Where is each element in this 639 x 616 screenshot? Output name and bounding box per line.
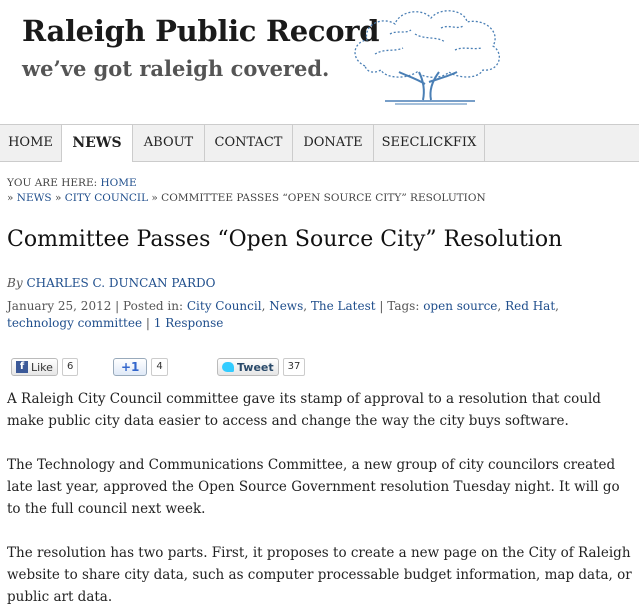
tags-label: | Tags:: [379, 299, 420, 313]
tag-link[interactable]: Red Hat: [505, 299, 555, 313]
posted-in-label: | Posted in:: [115, 299, 184, 313]
site-header: Raleigh Public Record we’ve got raleigh …: [0, 0, 639, 124]
breadcrumb-separator: »: [7, 192, 14, 204]
site-tagline: we’ve got raleigh covered.: [22, 56, 330, 81]
tweet-button[interactable]: Tweet: [217, 358, 279, 376]
tag-link[interactable]: open source: [423, 299, 497, 313]
nav-item-seeclickfix[interactable]: SEECLICKFIX: [374, 125, 485, 161]
tweet-widget: Tweet 37: [217, 357, 306, 377]
breadcrumb-separator: »: [151, 192, 158, 204]
breadcrumb-prefix: YOU ARE HERE:: [7, 177, 98, 189]
facebook-like-widget: f Like 6: [11, 357, 79, 377]
nav-item-home[interactable]: HOME: [0, 125, 62, 161]
byline-label: By: [7, 276, 23, 290]
tree-logo-icon: [354, 10, 500, 105]
like-count: 6: [61, 358, 79, 376]
main-nav: HOME NEWS ABOUT CONTACT DONATE SEECLICKF…: [0, 124, 639, 162]
breadcrumb: YOU ARE HERE: HOME » NEWS » CITY COUNCIL…: [7, 176, 486, 206]
breadcrumb-current: COMMITTEE PASSES “OPEN SOURCE CITY” RESO…: [161, 192, 486, 204]
article-paragraph: A Raleigh City Council committee gave it…: [7, 391, 601, 429]
nav-item-donate[interactable]: DONATE: [293, 125, 374, 161]
article-paragraph: The resolution has two parts. First, it …: [7, 545, 632, 605]
tweet-count: 37: [282, 358, 306, 376]
article-paragraph: The Technology and Communications Commit…: [7, 457, 620, 517]
category-link[interactable]: City Council: [187, 299, 262, 313]
nav-item-about[interactable]: ABOUT: [133, 125, 205, 161]
category-link[interactable]: News: [269, 299, 303, 313]
google-plus-widget: +1 4: [113, 357, 168, 377]
facebook-like-button[interactable]: f Like: [11, 358, 58, 376]
breadcrumb-separator: »: [54, 192, 62, 204]
plus-count: 4: [151, 358, 168, 376]
tag-link[interactable]: technology committee: [7, 316, 142, 330]
nav-item-news[interactable]: NEWS: [62, 125, 133, 162]
breadcrumb-city-council-link[interactable]: CITY COUNCIL: [65, 192, 148, 204]
category-link[interactable]: The Latest: [311, 299, 376, 313]
author-link[interactable]: CHARLES C. DUNCAN PARDO: [26, 276, 215, 290]
post-date: January 25, 2012: [7, 299, 112, 313]
site-title[interactable]: Raleigh Public Record: [22, 14, 380, 48]
article-title: Committee Passes “Open Source City” Reso…: [7, 227, 563, 252]
breadcrumb-home-link[interactable]: HOME: [101, 177, 137, 189]
meta-separator: |: [145, 316, 150, 330]
article-meta: January 25, 2012 | Posted in: City Counc…: [7, 299, 559, 330]
google-plus-one-button[interactable]: +1: [113, 358, 148, 376]
like-label: Like: [31, 360, 53, 374]
tweet-label: Tweet: [237, 360, 274, 374]
article-byline: By CHARLES C. DUNCAN PARDO: [7, 276, 215, 290]
facebook-icon: f: [16, 361, 28, 373]
nav-item-contact[interactable]: CONTACT: [205, 125, 293, 161]
breadcrumb-news-link[interactable]: NEWS: [17, 192, 52, 204]
twitter-bird-icon: [222, 362, 234, 372]
responses-link[interactable]: 1 Response: [154, 316, 224, 330]
